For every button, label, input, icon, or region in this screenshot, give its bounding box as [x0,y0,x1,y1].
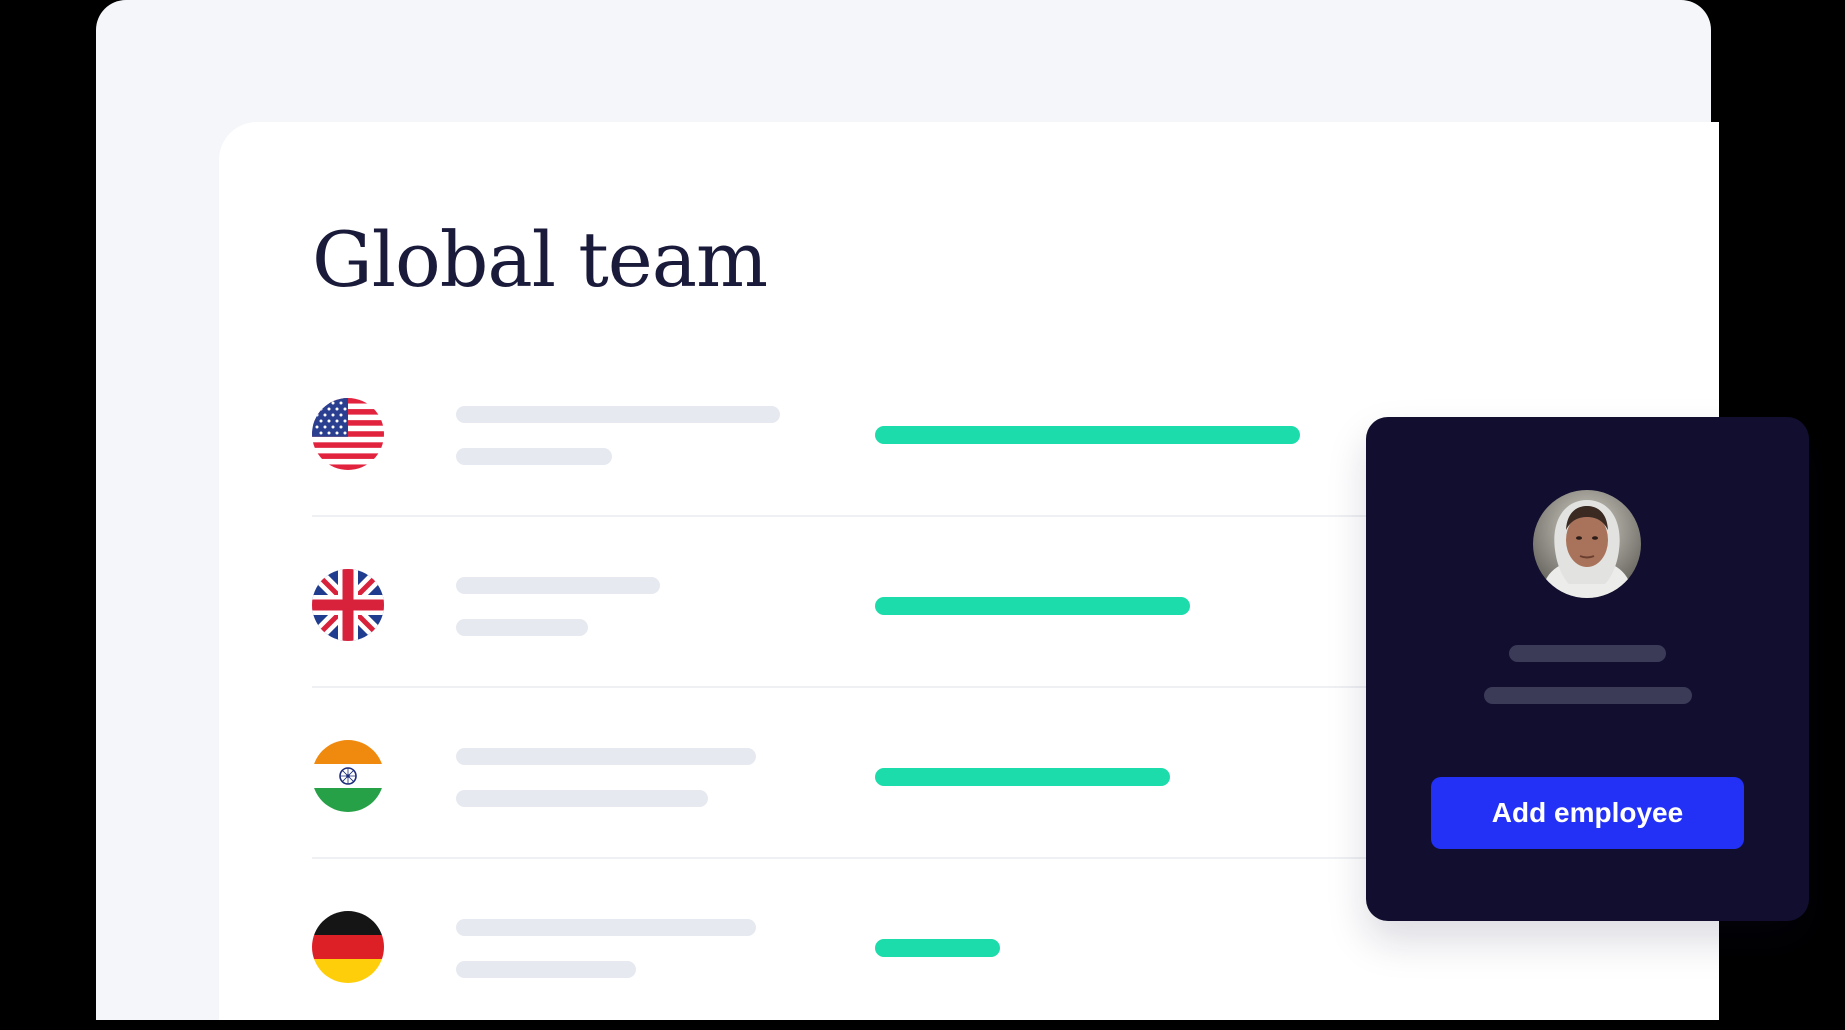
progress-bar [875,939,1000,957]
india-flag-icon [312,740,384,812]
employee-role-placeholder [456,448,612,465]
employee-name-placeholder [456,748,756,765]
team-row[interactable] [312,859,1372,1030]
employee-role-placeholder [1484,687,1692,704]
germany-flag-icon [312,911,384,983]
employee-role-placeholder [456,619,588,636]
add-employee-button[interactable]: Add employee [1431,777,1744,849]
employee-name-placeholder [456,919,756,936]
uk-flag-icon [312,569,384,641]
employee-name-placeholder [456,577,660,594]
team-row[interactable] [312,517,1372,688]
employee-name-placeholder [1509,645,1666,662]
progress-bar [875,426,1300,444]
page-title: Global team [312,215,768,304]
person-avatar-icon [1533,490,1641,598]
us-flag-icon [312,398,384,470]
avatar [1533,490,1641,598]
employee-card: Add employee [1366,417,1809,921]
team-row[interactable] [312,688,1372,859]
employee-name-placeholder [456,406,780,423]
team-row[interactable] [312,346,1372,517]
employee-role-placeholder [456,961,636,978]
progress-bar [875,768,1170,786]
progress-bar [875,597,1190,615]
employee-role-placeholder [456,790,708,807]
